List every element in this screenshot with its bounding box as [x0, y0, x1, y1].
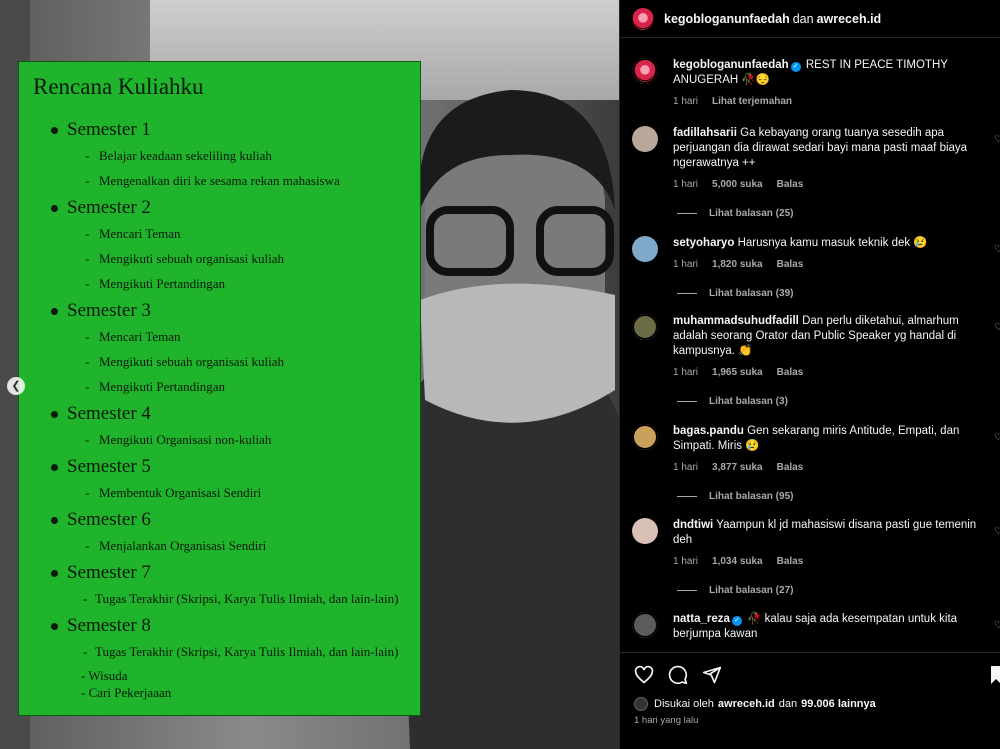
comment-list[interactable]: kegobloganunfaedah ✓ REST IN PEACE TIMOTH…	[620, 46, 1000, 652]
comment-likes[interactable]: 5,000 suka	[712, 177, 763, 192]
view-replies-button[interactable]: Lihat balasan (95)	[709, 489, 793, 504]
reply-button[interactable]: Balas	[777, 460, 804, 475]
semester-extra: - Cari Pekerjaaan	[81, 685, 172, 700]
semester-item: Menjalankan Organisasi Sendiri	[33, 536, 420, 556]
semester-item: Mencari Teman	[33, 224, 420, 244]
comment-time: 1 hari	[673, 367, 699, 378]
commenter-avatar[interactable]	[632, 126, 658, 152]
semester-item: Tugas Terakhir (Skripsi, Karya Tulis Ilm…	[33, 642, 420, 662]
reply-button[interactable]: Balas	[777, 365, 804, 380]
likes-summary[interactable]: Disukai oleh awreceh.id dan 99.006 lainn…	[634, 697, 876, 711]
comment-time: 1 hari	[673, 462, 699, 473]
comment-icon[interactable]	[668, 665, 688, 685]
commenter-username[interactable]: bagas.pandu	[673, 425, 744, 437]
reply-button[interactable]: Balas	[777, 554, 804, 569]
instagram-post-view: Rencana Kuliahku Semester 1 Belajar keada…	[0, 0, 1000, 749]
view-replies-button[interactable]: Lihat balasan (39)	[709, 286, 793, 301]
semester-item: Mengikuti sebuah organisasi kuliah	[33, 249, 420, 269]
caption-time: 1 hari	[673, 96, 699, 107]
post-time: 1 hari yang lalu	[634, 715, 699, 726]
commenter-avatar[interactable]	[632, 518, 658, 544]
semester-heading: Semester 1	[33, 118, 420, 142]
likes-count[interactable]: 99.006 lainnya	[801, 698, 876, 710]
comment-text: Harusnya kamu masuk teknik dek 😢	[737, 237, 928, 249]
author-avatar[interactable]	[632, 7, 654, 30]
post-media[interactable]: Rencana Kuliahku Semester 1 Belajar keada…	[0, 0, 619, 749]
semester-list: Semester 1 Belajar keadaan sekeliling kul…	[33, 118, 420, 701]
action-bar: Disukai oleh awreceh.id dan 99.006 lainn…	[620, 652, 1000, 749]
comment-like-icon[interactable]: ♡	[994, 134, 1000, 145]
semester-heading: Semester 5	[33, 455, 420, 479]
commenter-username[interactable]: natta_reza	[673, 613, 730, 625]
chevron-left-icon[interactable]: ❮	[7, 377, 25, 395]
semester-item: Mencari Teman	[33, 327, 420, 347]
commenter-avatar[interactable]	[632, 314, 658, 340]
reply-button[interactable]: Balas	[777, 257, 804, 272]
comment-likes[interactable]: 1,820 suka	[712, 257, 763, 272]
semester-item: Mengikuti Pertandingan	[33, 274, 420, 294]
commenter-avatar[interactable]	[632, 424, 658, 450]
semester-heading: Semester 2	[33, 196, 420, 220]
semester-item: Mengikuti sebuah organisasi kuliah	[33, 352, 420, 372]
commenter-username[interactable]: setyoharyo	[673, 237, 734, 249]
semester-extra: - Wisuda	[81, 668, 128, 683]
commenter-username[interactable]: fadillahsarii	[673, 127, 737, 139]
verified-icon: ✓	[731, 616, 742, 626]
view-replies-button[interactable]: Lihat balasan (27)	[709, 583, 793, 598]
semester-item: Mengikuti Pertandingan	[33, 377, 420, 397]
semester-heading: Semester 4	[33, 402, 420, 426]
comment-like-icon[interactable]: ♡	[994, 526, 1000, 537]
comment-like-icon[interactable]: ♡	[994, 322, 1000, 333]
author-username[interactable]: kegobloganunfaedah	[664, 12, 790, 26]
comment-likes[interactable]: 3,877 suka	[712, 460, 763, 475]
semester-item: Tugas Terakhir (Skripsi, Karya Tulis Ilm…	[33, 589, 420, 609]
semester-heading: Semester 8	[33, 614, 420, 638]
bookmark-icon[interactable]	[990, 665, 1000, 685]
caption-avatar[interactable]	[632, 58, 658, 84]
comment-text: Yaampun kl jd mahasiswi disana pasti gue…	[673, 519, 977, 546]
slide-title: Rencana Kuliahku	[33, 74, 204, 99]
collab-username[interactable]: awreceh.id	[817, 12, 882, 26]
comment-time: 1 hari	[673, 179, 699, 190]
semester-heading: Semester 3	[33, 299, 420, 323]
presentation-slide: Rencana Kuliahku Semester 1 Belajar keada…	[18, 61, 421, 716]
semester-item: Mengikuti Organisasi non-kuliah	[33, 430, 420, 450]
view-replies-button[interactable]: Lihat balasan (25)	[709, 206, 793, 221]
heart-icon[interactable]	[634, 665, 654, 685]
comment-likes[interactable]: 1,034 suka	[712, 554, 763, 569]
semester-heading: Semester 7	[33, 561, 420, 585]
comment-likes[interactable]: 1,965 suka	[712, 365, 763, 380]
reply-button[interactable]: Balas	[777, 177, 804, 192]
post-header: kegobloganunfaedah dan awreceh.id	[620, 0, 1000, 38]
semester-item: Membentuk Organisasi Sendiri	[33, 483, 420, 503]
semester-item: Mengenalkan diri ke sesama rekan mahasis…	[33, 171, 420, 191]
commenter-username[interactable]: muhammadsuhudfadill	[673, 315, 799, 327]
caption-username[interactable]: kegobloganunfaedah	[673, 59, 789, 71]
translate-link[interactable]: Lihat terjemahan	[712, 94, 792, 109]
likes-prefix: Disukai oleh	[654, 698, 714, 710]
likes-and: dan	[778, 698, 798, 710]
semester-item: Belajar keadaan sekeliling kuliah	[33, 146, 420, 166]
liker-avatar	[634, 697, 648, 711]
commenter-avatar[interactable]	[632, 612, 658, 638]
comments-panel: kegobloganunfaedah dan awreceh.id kegobl…	[619, 0, 1000, 749]
comment-time: 1 hari	[673, 259, 699, 270]
commenter-username[interactable]: dndtiwi	[673, 519, 713, 531]
view-replies-button[interactable]: Lihat balasan (3)	[709, 394, 788, 409]
comment-like-icon[interactable]: ♡	[994, 620, 1000, 631]
header-conjunction: dan	[792, 11, 814, 26]
share-icon[interactable]	[702, 665, 722, 685]
semester-heading: Semester 6	[33, 508, 420, 532]
commenter-avatar[interactable]	[632, 236, 658, 262]
verified-icon: ✓	[790, 62, 801, 72]
liked-by-user[interactable]: awreceh.id	[718, 698, 775, 710]
comment-like-icon[interactable]: ♡	[994, 244, 1000, 255]
comment-time: 1 hari	[673, 556, 699, 567]
comment-like-icon[interactable]: ♡	[994, 432, 1000, 443]
